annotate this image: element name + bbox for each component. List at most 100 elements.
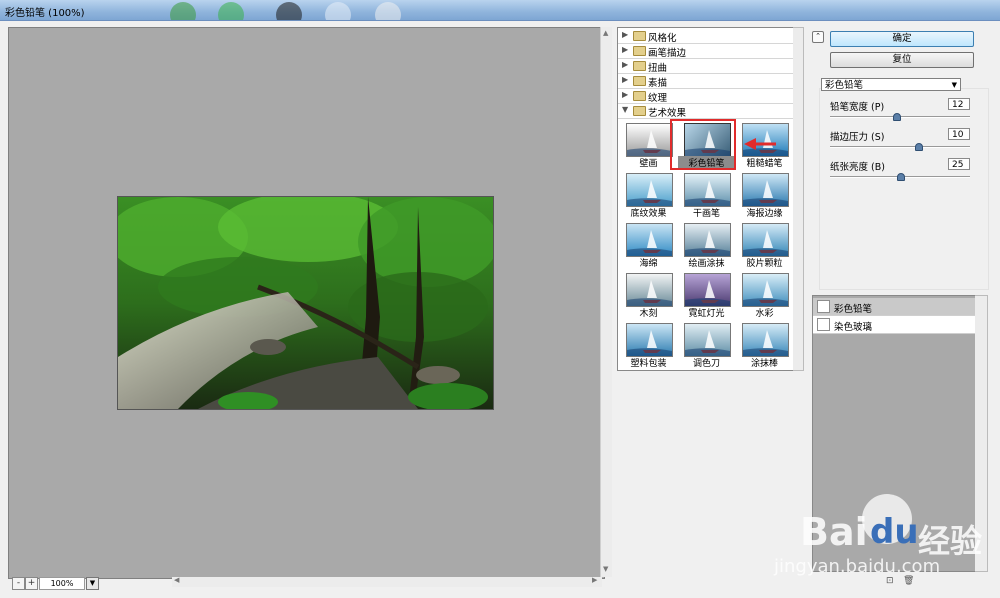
filter-thumbnail[interactable]: 底纹效果 xyxy=(620,171,677,219)
chevron-right-icon[interactable]: ▶ xyxy=(622,75,628,84)
desktop-decoration xyxy=(218,2,244,20)
chevron-right-icon[interactable]: ▶ xyxy=(622,45,628,54)
filter-preview-image xyxy=(742,223,789,257)
param-value-input[interactable]: 25 xyxy=(948,158,970,170)
filter-preview-image xyxy=(626,223,673,257)
title-bar: 彩色铅笔 (100%) xyxy=(0,0,1000,21)
effect-layer-row[interactable]: 彩色铅笔 xyxy=(813,298,976,316)
chevron-down-icon: ▼ xyxy=(951,81,957,89)
collapse-gallery-button[interactable]: ⌃ xyxy=(812,31,824,43)
desktop-decoration xyxy=(170,2,196,20)
new-layer-icon[interactable]: ⊡ xyxy=(886,577,895,586)
param-slider-handle[interactable] xyxy=(897,173,905,181)
folder-icon xyxy=(633,61,646,71)
folder-icon xyxy=(633,91,646,101)
zoom-level: 100% xyxy=(39,577,85,590)
filter-preview-image xyxy=(742,273,789,307)
filter-preview-image xyxy=(684,323,731,357)
scroll-up-icon[interactable]: ▲ xyxy=(603,29,608,37)
delete-layer-icon[interactable]: 🗑 xyxy=(903,577,914,586)
filter-folder[interactable]: ▶ 风格化 xyxy=(618,28,794,44)
preview-vertical-scrollbar[interactable]: ▲ ▼ xyxy=(600,27,612,577)
param-value-input[interactable]: 10 xyxy=(948,128,970,140)
filter-label: 干画笔 xyxy=(692,209,720,219)
filter-label: 木刻 xyxy=(639,309,658,319)
reset-button[interactable]: 复位 xyxy=(830,52,974,68)
filter-thumbnail[interactable]: 霓虹灯光 xyxy=(678,271,735,319)
scroll-right-icon[interactable]: ▶ xyxy=(592,576,597,584)
filter-thumbnail[interactable]: 涂抹棒 xyxy=(736,321,793,369)
filter-label: 调色刀 xyxy=(692,359,720,369)
zoom-dropdown-button[interactable]: ▼ xyxy=(86,577,99,590)
effect-layer-row[interactable]: 染色玻璃 xyxy=(813,316,976,334)
filter-preview-image xyxy=(626,273,673,307)
folder-label: 画笔描边 xyxy=(648,48,687,59)
filter-thumbnail[interactable]: 绘画涂抹 xyxy=(678,221,735,269)
filter-thumbnail[interactable]: 水彩 xyxy=(736,271,793,319)
folder-label: 纹理 xyxy=(648,93,668,104)
folder-icon xyxy=(633,31,646,41)
zoom-in-button[interactable]: + xyxy=(25,577,38,590)
filter-label: 水彩 xyxy=(755,309,774,319)
filter-preview-image xyxy=(742,323,789,357)
chevron-down-icon[interactable]: ▼ xyxy=(622,105,628,114)
filter-thumbnail[interactable]: 干画笔 xyxy=(678,171,735,219)
filter-label: 海绵 xyxy=(639,259,658,269)
preview-image xyxy=(117,196,494,410)
filter-settings-panel xyxy=(819,88,989,290)
param-value-input[interactable]: 12 xyxy=(948,98,970,110)
filter-label: 胶片颗粒 xyxy=(746,259,783,269)
filter-thumbnail[interactable]: 调色刀 xyxy=(678,321,735,369)
scroll-left-icon[interactable]: ◀ xyxy=(174,576,179,584)
param-label: 纸张亮度 (B) xyxy=(830,162,885,173)
layers-scrollbar[interactable] xyxy=(975,295,988,572)
folder-label: 风格化 xyxy=(648,33,677,44)
effect-layer-name: 彩色铅笔 xyxy=(834,304,873,315)
param-label: 铅笔宽度 (P) xyxy=(830,102,885,113)
param-slider-track[interactable] xyxy=(830,146,970,148)
zoom-out-button[interactable]: - xyxy=(12,577,25,590)
folder-label: 素描 xyxy=(648,78,668,89)
filter-thumbnail[interactable]: 海绵 xyxy=(620,221,677,269)
gallery-scrollbar[interactable] xyxy=(793,27,804,371)
filter-folder[interactable]: ▶ 素描 xyxy=(618,73,794,89)
chevron-right-icon[interactable]: ▶ xyxy=(622,30,628,39)
filter-preview-image xyxy=(626,123,673,157)
visibility-eye-icon[interactable] xyxy=(817,300,830,313)
filter-label: 塑料包装 xyxy=(630,359,667,369)
scroll-down-icon[interactable]: ▼ xyxy=(603,565,608,573)
filter-preview-image xyxy=(684,273,731,307)
param-slider-handle[interactable] xyxy=(915,143,923,151)
folder-label: 扭曲 xyxy=(648,63,668,74)
chevron-right-icon[interactable]: ▶ xyxy=(622,90,628,99)
filter-label: 壁画 xyxy=(639,159,658,169)
filter-folder[interactable]: ▶ 扭曲 xyxy=(618,58,794,74)
preview-horizontal-scrollbar[interactable]: ◀ ▶ xyxy=(172,576,602,587)
filter-select[interactable]: 彩色铅笔 ▼ xyxy=(821,78,961,91)
effect-layer-name: 染色玻璃 xyxy=(834,322,873,333)
filter-label: 绘画涂抹 xyxy=(688,259,725,269)
filter-folder[interactable]: ▶ 纹理 xyxy=(618,88,794,104)
preview-canvas[interactable] xyxy=(8,27,605,579)
ok-button[interactable]: 确定 xyxy=(830,31,974,47)
filter-folder[interactable]: ▼ 艺术效果 xyxy=(618,103,794,119)
filter-label: 粗糙蜡笔 xyxy=(746,159,783,169)
filter-thumbnail[interactable]: 海报边缘 xyxy=(736,171,793,219)
filter-preview-image xyxy=(626,323,673,357)
filter-label: 霓虹灯光 xyxy=(688,309,725,319)
filter-thumbnail[interactable]: 胶片颗粒 xyxy=(736,221,793,269)
chevron-right-icon[interactable]: ▶ xyxy=(622,60,628,69)
filter-thumbnail[interactable]: 木刻 xyxy=(620,271,677,319)
filter-preview-image xyxy=(626,173,673,207)
filter-preview-image xyxy=(684,223,731,257)
filter-gallery: ▶ 风格化 ▶ 画笔描边 ▶ 扭曲 ▶ 素描 ▶ 纹理 ▼ 艺术效果 壁画 彩色铅笔 粗糙蜡笔 底纹效果 干画笔… xyxy=(617,27,795,371)
red-arrow-icon xyxy=(744,138,776,150)
param-slider-handle[interactable] xyxy=(893,113,901,121)
folder-label: 艺术效果 xyxy=(648,108,687,119)
filter-label: 涂抹棒 xyxy=(750,359,778,369)
filter-thumbnail[interactable]: 塑料包装 xyxy=(620,321,677,369)
visibility-eye-icon[interactable] xyxy=(817,318,830,331)
filter-preview-image xyxy=(742,173,789,207)
filter-thumbnail[interactable]: 壁画 xyxy=(620,121,677,169)
filter-folder[interactable]: ▶ 画笔描边 xyxy=(618,43,794,59)
